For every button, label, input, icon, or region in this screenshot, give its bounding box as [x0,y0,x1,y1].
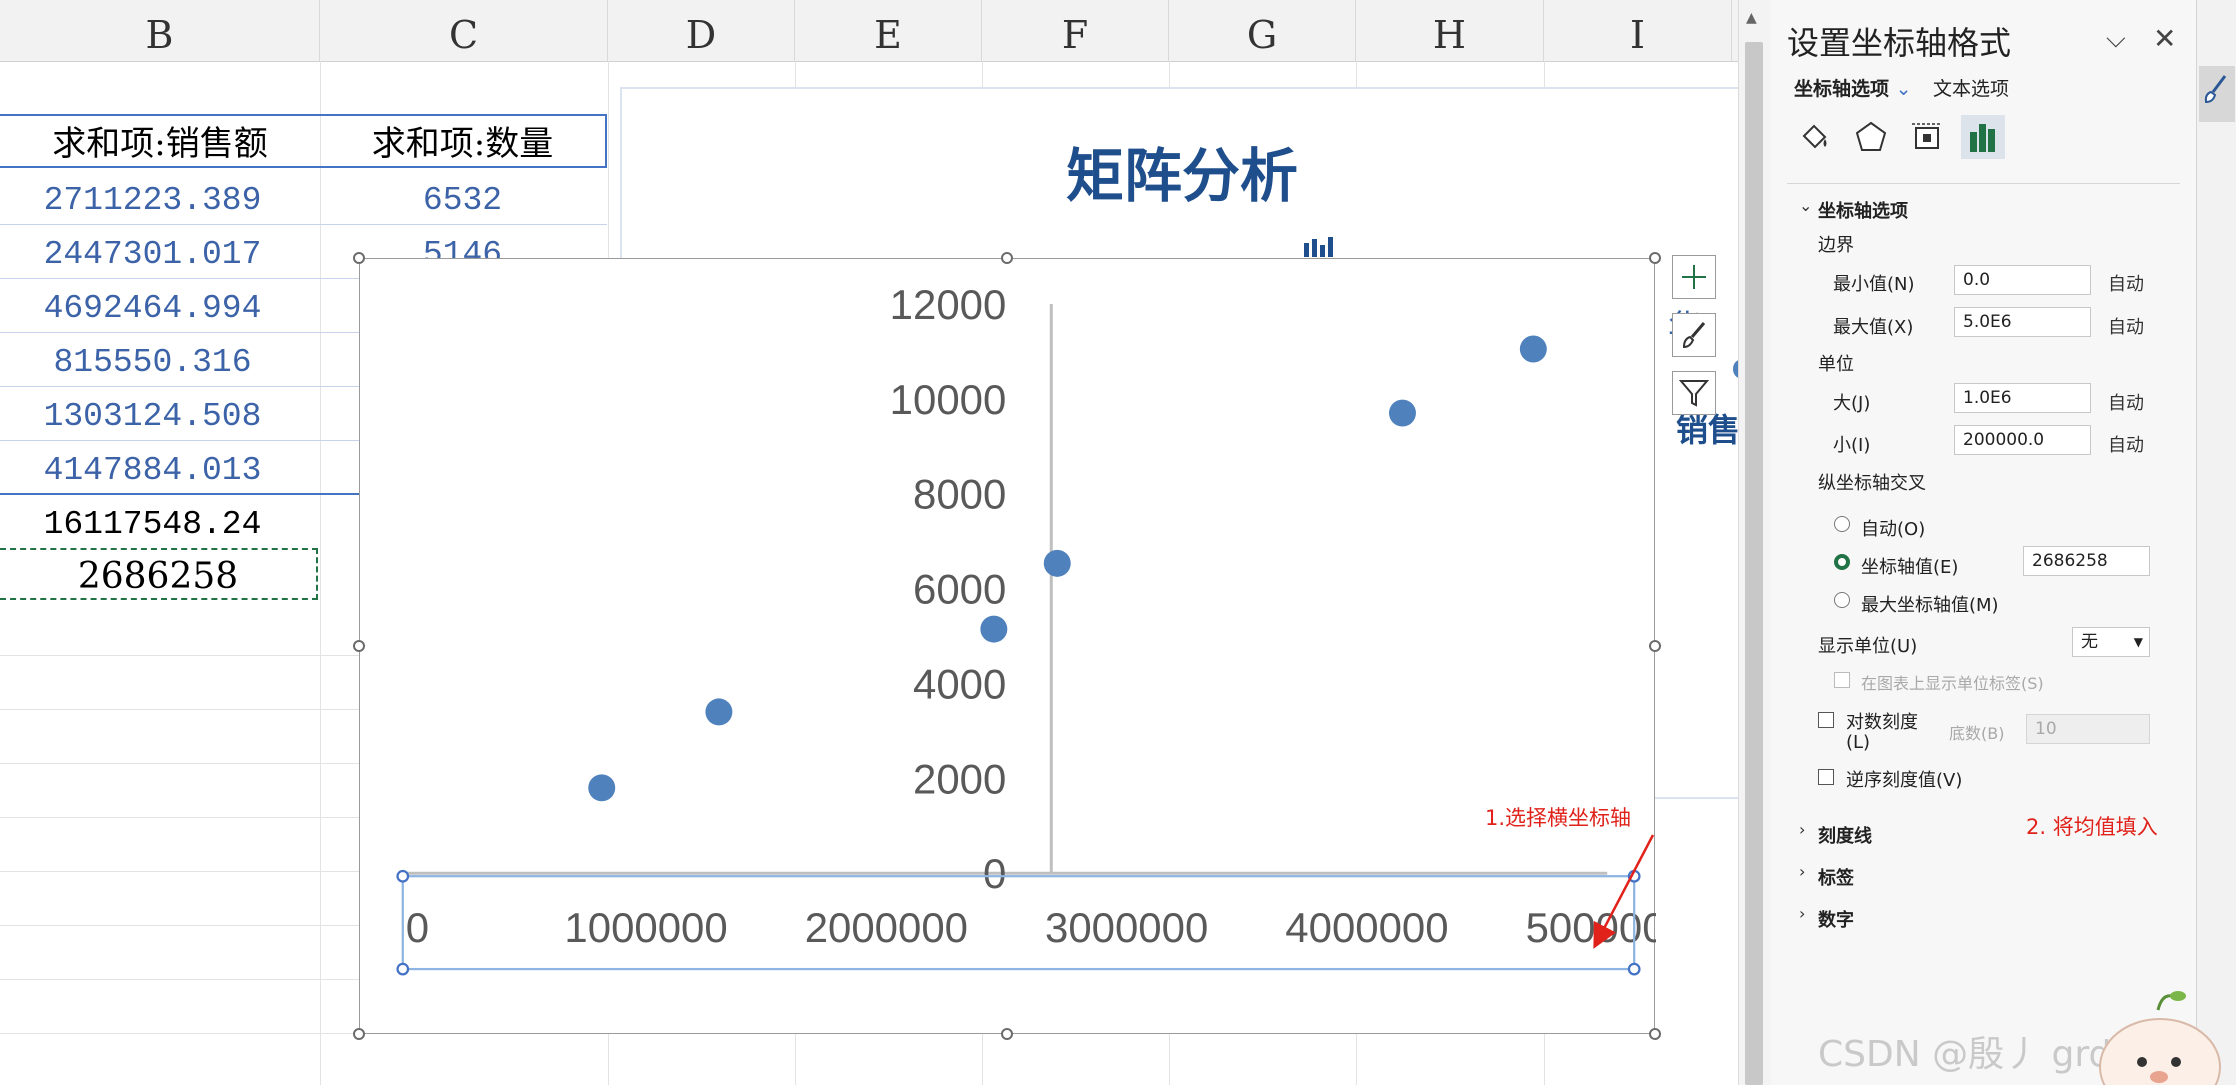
minor-auto-label[interactable]: 自动 [2108,431,2144,457]
minor-unit-field[interactable]: 200000.0 [1954,425,2091,455]
reverse-order-checkbox[interactable] [1818,769,1834,785]
units-label: 单位 [1818,354,1854,375]
show-units-label: 在图表上显示单位标签(S) [1861,674,2044,693]
min-label: 最小值(N) [1833,274,1915,295]
bounds-label: 边界 [1818,235,1854,256]
max-label: 最大值(X) [1833,317,1914,338]
format-pane-toggle[interactable] [2199,66,2235,122]
size-properties-tab[interactable] [1905,115,1949,159]
radio-axis-value[interactable] [1834,554,1850,570]
section-axis-options[interactable]: 坐标轴选项 [1818,197,1908,223]
minor-label: 小(I) [1833,435,1871,456]
radio-max-label[interactable]: 最大坐标轴值(M) [1861,591,1999,617]
pane-divider [1787,183,2180,184]
chevron-right-icon[interactable]: › [1799,862,1805,881]
radio-max-axis-value[interactable] [1834,592,1850,608]
fill-line-tab[interactable] [1793,115,1837,159]
major-auto-label[interactable]: 自动 [2108,389,2144,415]
scrollbar-thumb[interactable] [1745,42,1763,1085]
section-number[interactable]: 数字 [1818,906,1854,932]
display-units-label: 显示单位(U) [1818,636,1918,657]
base-label: 底数(B) [1949,724,2005,743]
axis-value-field[interactable]: 2686258 [2023,546,2150,576]
display-units-select[interactable]: 无 ▼ [2072,627,2150,657]
vertical-scrollbar[interactable]: ▲ [1738,0,1772,1085]
tab-text-options[interactable]: 文本选项 [1933,74,2009,101]
chevron-down-icon[interactable]: ⌵ [2106,24,2126,55]
paint-bucket-icon [1802,124,1827,149]
min-auto-label[interactable]: 自动 [2108,270,2144,296]
close-icon[interactable]: ✕ [2153,22,2176,55]
chevron-right-icon[interactable]: › [1799,904,1805,923]
cross-label: 纵坐标轴交叉 [1818,473,1926,494]
base-field[interactable]: 10 [2026,714,2150,744]
side-ribbon [2197,0,2236,1085]
scroll-up-icon[interactable]: ▲ [1746,10,1757,26]
log-scale-shortcut: (L) [1846,732,1871,753]
arrow-step1 [1593,834,1655,949]
tab-axis-options[interactable]: 坐标轴选项 ⌄ [1794,74,1912,101]
paintbrush-icon [2204,75,2227,104]
major-label: 大(J) [1833,393,1871,414]
dropdown-arrow-icon: ▼ [2133,635,2143,649]
mascot-sticker [2099,991,2221,1085]
size-properties-icon [1912,123,1942,149]
show-units-checkbox[interactable] [1834,672,1850,688]
pane-title: 设置坐标轴格式 [1787,24,2012,62]
axis-options-tab[interactable] [1961,115,2005,159]
major-unit-field[interactable]: 1.0E6 [1954,383,2091,413]
bar-chart-icon [1970,124,1995,152]
effects-tab[interactable] [1849,115,1893,159]
max-auto-label[interactable]: 自动 [2108,313,2144,339]
display-units-value: 无 [2081,632,2098,652]
chevron-right-icon[interactable]: › [1799,820,1805,839]
chevron-down-icon: ⌄ [1895,78,1912,100]
radio-axis-value-label[interactable]: 坐标轴值(E) [1861,553,1958,579]
section-labels[interactable]: 标签 [1818,864,1854,890]
section-tick-marks[interactable]: 刻度线 [1818,822,1872,848]
log-scale-label: 对数刻度 [1846,712,1918,733]
reverse-order-label[interactable]: 逆序刻度值(V) [1846,766,1962,792]
tab-axis-options-label: 坐标轴选项 [1794,78,1890,100]
radio-auto-label[interactable]: 自动(O) [1861,515,1925,541]
radio-auto[interactable] [1834,516,1850,532]
min-value-field[interactable]: 0.0 [1954,265,2091,295]
max-value-field[interactable]: 5.0E6 [1954,307,2091,337]
annotation-step2: 2. 将均值填入 [2026,815,2158,839]
chevron-down-icon[interactable]: ⌄ [1799,196,1812,215]
format-axis-pane: 设置坐标轴格式 ⌵ ✕ 坐标轴选项 ⌄ 文本选项 ⌄ 坐标轴选项 边界 最小值(… [1771,0,2197,1085]
pentagon-icon [1855,121,1887,151]
log-scale-checkbox[interactable] [1818,712,1834,728]
